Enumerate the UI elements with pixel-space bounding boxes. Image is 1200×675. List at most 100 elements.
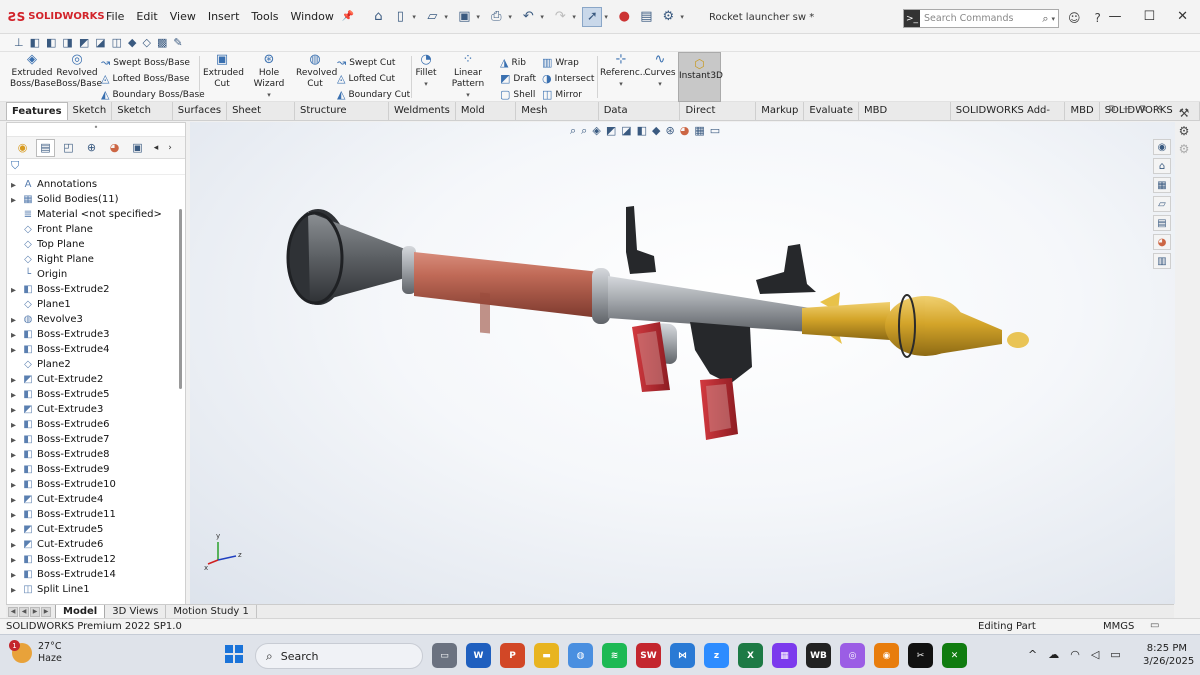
spotify-icon[interactable]: ≋ [602,643,627,668]
cube-icon[interactable]: ◧ [46,36,56,49]
tab-surfaces[interactable]: Surfaces [173,102,228,120]
tree-item[interactable]: ◇ Plane1 [7,297,185,312]
settings-gear-icon[interactable]: ⚙ [1179,142,1190,156]
expand-arrow-icon[interactable]: ▶ [11,556,21,564]
tree-item[interactable]: ▶ ◧ Boss-Extrude8 [7,447,185,462]
expand-arrow-icon[interactable]: ▶ [11,406,21,414]
pin-icon[interactable]: 📌 [342,11,354,22]
intersect-button[interactable]: ◑ Intersect [542,72,594,85]
home-icon[interactable]: ⌂ [1153,158,1171,174]
blender-icon[interactable]: ◉ [874,643,899,668]
cube-icon[interactable]: ◆ [128,36,136,49]
tree-item[interactable]: ▶ ▦ Solid Bodies(11) [7,192,185,207]
expand-arrow-icon[interactable]: ▶ [11,496,21,504]
vscode-icon[interactable]: ⋈ [670,643,695,668]
curves-button[interactable]: ∿ Curves ▾ [644,53,676,90]
tab-mbd[interactable]: MBD [1065,102,1100,120]
menu-insert[interactable]: Insert [202,10,246,23]
appearances-icon[interactable]: ◕ [1153,234,1171,250]
property-manager-icon[interactable]: ▤ [36,138,55,157]
tree-item[interactable]: └ Origin [7,267,185,282]
tree-item[interactable]: ▶ ◧ Boss-Extrude10 [7,477,185,492]
tree-scrollbar[interactable] [179,209,182,389]
lofted-boss-button[interactable]: ◬ Lofted Boss/Base [101,72,190,85]
battery-icon[interactable]: ▭ [1110,648,1120,661]
tree-item[interactable]: ▶ ◩ Cut-Extrude6 [7,537,185,552]
tree-item[interactable]: ▶ ◧ Boss-Extrude2 [7,282,185,297]
tab-data-migration[interactable]: Data Migration [599,102,681,134]
tab-sketch[interactable]: Sketch [68,102,113,120]
first-tab-icon[interactable]: ◀ [8,606,18,617]
cube-icon[interactable]: ◪ [95,36,105,49]
tree-item[interactable]: ▶ ◫ Split Line1 [7,582,185,597]
tab-motion-study[interactable]: Motion Study 1 [166,605,257,618]
solidworks-icon[interactable]: SW [636,643,661,668]
tab-markup[interactable]: Markup [756,102,805,120]
window-minimize-icon[interactable]: — [1123,104,1132,114]
redo-icon[interactable]: ↷ [550,7,570,27]
trigger-frame[interactable] [690,322,752,384]
tab-sheet-metal[interactable]: Sheet Metal [227,102,295,134]
undo-icon[interactable]: ↶ [518,7,538,27]
swept-boss-button[interactable]: ↝ Swept Boss/Base [101,56,190,69]
tab-mbd-dimensions[interactable]: MBD Dimensions [859,102,951,134]
expand-arrow-icon[interactable]: ▶ [11,376,21,384]
rib-button[interactable]: ◮ Rib [500,56,526,69]
expand-arrow-icon[interactable]: ▶ [11,391,21,399]
expand-arrow-icon[interactable]: ▶ [11,316,21,324]
expand-arrow-icon[interactable]: ▶ [11,586,21,594]
expand-arrow-icon[interactable]: ▶ [11,286,21,294]
tree-item[interactable]: ▶ ◩ Cut-Extrude3 [7,402,185,417]
expand-arrow-icon[interactable]: ▶ [11,451,21,459]
expand-arrow-icon[interactable]: ▶ [11,436,21,444]
expand-arrow-icon[interactable]: ▶ [11,541,21,549]
open-folder-icon[interactable]: ▱ [422,7,442,27]
tree-item[interactable]: ▶ ◩ Cut-Extrude4 [7,492,185,507]
tree-item[interactable]: ▶ ◧ Boss-Extrude14 [7,567,185,582]
settings-gear-icon[interactable]: ⚙ [1179,124,1190,138]
tree-item[interactable]: ▶ ◧ Boss-Extrude3 [7,327,185,342]
tab-3d-views[interactable]: 3D Views [105,605,167,618]
lofted-cut-button[interactable]: ◬ Lofted Cut [337,72,395,85]
save-icon[interactable]: ▣ [454,7,474,27]
barrel-heat-shield[interactable] [414,252,600,318]
pin-toolbar-icon[interactable]: ⊥ [14,36,24,49]
window-tile-icon[interactable]: ⧉ [1140,104,1146,114]
tree-item[interactable]: ▶ ◩ Cut-Extrude2 [7,372,185,387]
graphics-area[interactable]: ⌕ ⌕ ◈ ◩ ◪ ◧ ◆ ⊛ ◕ ▦ ▭ y z x [190,122,1175,604]
chevron-up-icon[interactable]: ^ [1028,648,1037,661]
rear-ring[interactable] [402,246,416,294]
dimxpert-icon[interactable]: ⊕ [82,139,101,157]
file-explorer-icon[interactable]: ▬ [534,643,559,668]
instant3d-button[interactable]: ⬡ Instant3D [678,52,723,102]
menu-edit[interactable]: Edit [130,10,163,23]
shell-button[interactable]: ▢ Shell [500,88,535,101]
expand-arrow-icon[interactable]: ▶ [11,526,21,534]
hole-wizard-button[interactable]: ⊛ Hole Wizard ▾ [244,53,294,101]
volume-icon[interactable]: ◁ [1091,648,1099,661]
tree-item[interactable]: ▶ ◧ Boss-Extrude11 [7,507,185,522]
chrome-icon[interactable]: ◍ [568,643,593,668]
expand-arrow-icon[interactable]: ▶ [11,421,21,429]
traffic-light-icon[interactable]: ● [614,7,634,27]
display-manager-icon[interactable]: ◕ [105,139,124,157]
wrap-button[interactable]: ▥ Wrap [542,56,579,69]
new-document-icon[interactable]: ▯ [390,7,410,27]
filter-icon[interactable]: ⛉ [7,159,185,175]
custom-properties-icon[interactable]: ▥ [1153,253,1171,269]
cube-icon[interactable]: ◨ [62,36,72,49]
search-icon[interactable]: ⌕ [1042,12,1048,26]
excel-icon[interactable]: X [738,643,763,668]
taskbar-search[interactable]: ⌕ Search [255,643,423,669]
file-explorer-icon[interactable]: ▱ [1153,196,1171,212]
mid-ring[interactable] [592,268,610,324]
rear-sight[interactable] [626,206,656,274]
powerpoint-icon[interactable]: P [500,643,525,668]
print-icon[interactable]: ⎙ [486,7,506,27]
panel-handle[interactable]: • [7,123,185,137]
extruded-cut-button[interactable]: ▣ Extruded Cut [203,53,244,90]
mirror-button[interactable]: ◫ Mirror [542,88,582,101]
window-close-icon[interactable]: ✕ [1154,104,1162,114]
options-gear-icon[interactable]: ⚙ [658,7,678,27]
menu-file[interactable]: File [100,10,130,23]
